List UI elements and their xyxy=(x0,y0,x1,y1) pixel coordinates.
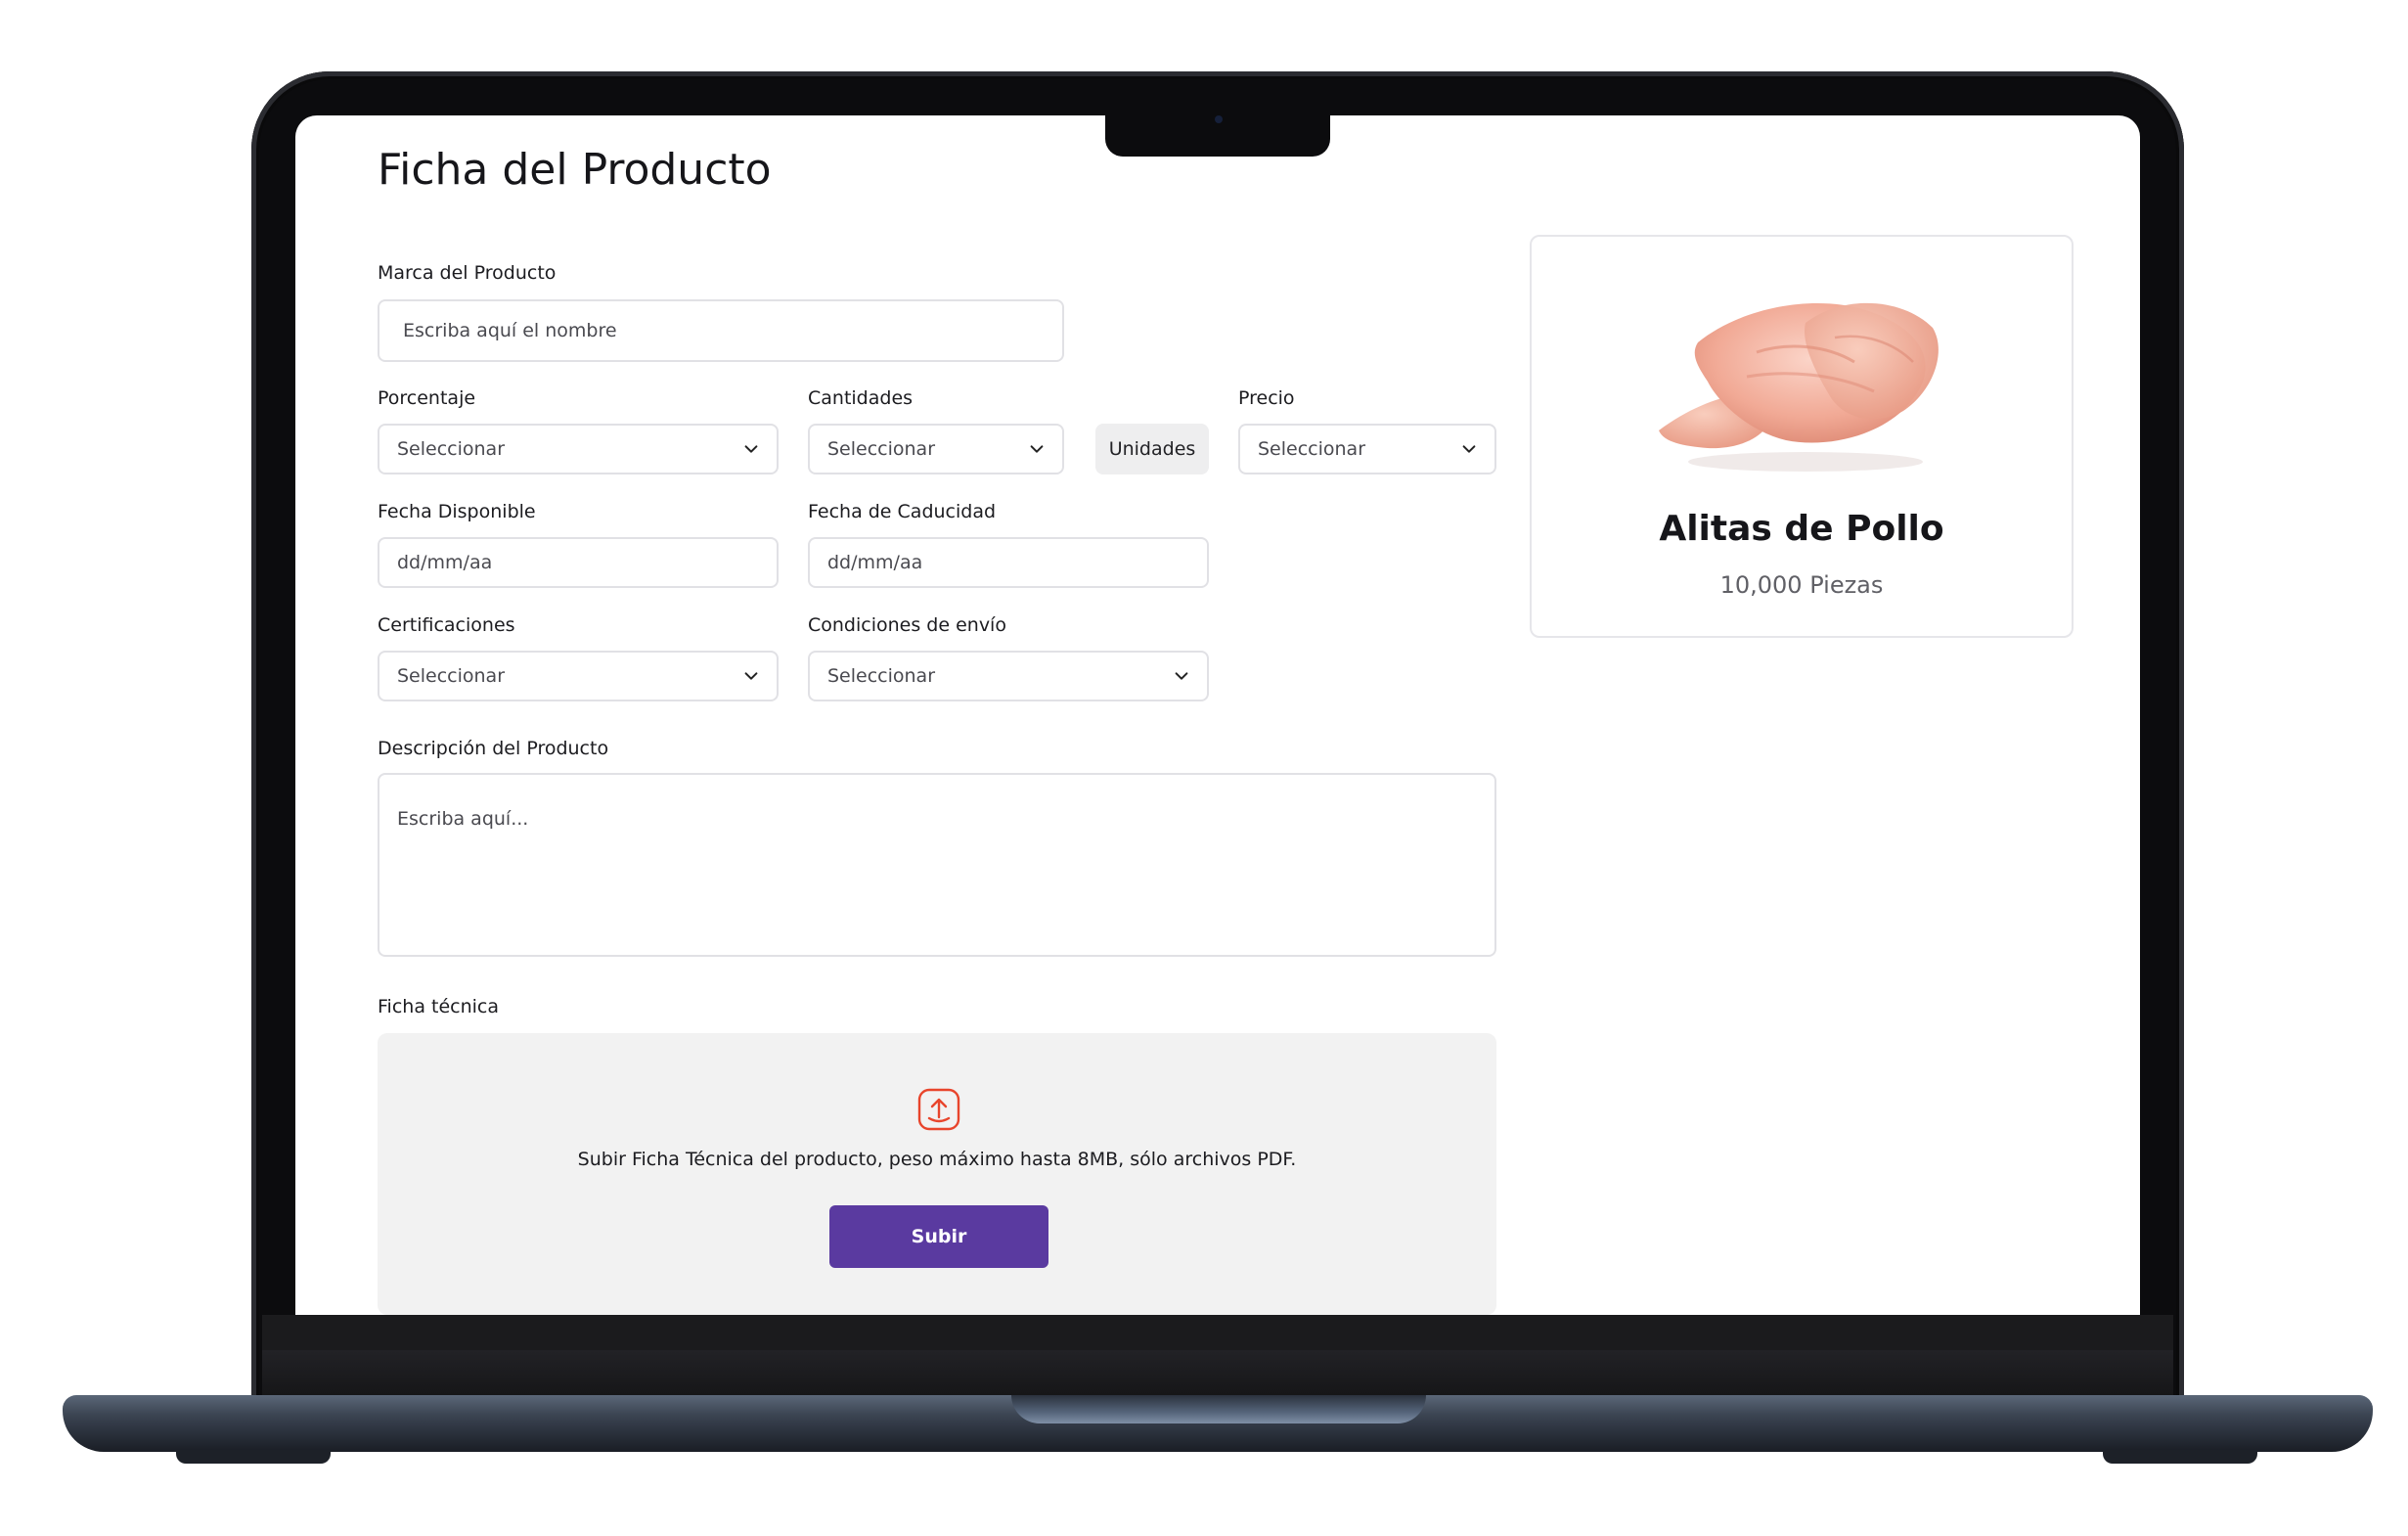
description-label: Descripción del Producto xyxy=(378,738,609,759)
product-name: Alitas de Pollo xyxy=(1659,509,1944,549)
description-placeholder: Escriba aquí... xyxy=(397,808,529,830)
datasheet-label: Ficha técnica xyxy=(378,996,499,1017)
expiry-date-placeholder: dd/mm/aa xyxy=(827,552,923,573)
laptop-foot-right xyxy=(2103,1450,2257,1464)
chevron-down-icon xyxy=(1027,439,1047,459)
product-quantity: 10,000 Piezas xyxy=(1719,571,1884,599)
quantities-select-value: Seleccionar xyxy=(827,438,936,460)
quantities-label: Cantidades xyxy=(808,387,914,409)
percentage-select[interactable]: Seleccionar xyxy=(378,424,779,474)
expiry-date-label: Fecha de Caducidad xyxy=(808,501,997,522)
upload-icon xyxy=(915,1086,962,1133)
datasheet-dropzone[interactable]: Subir Ficha Técnica del producto, peso m… xyxy=(378,1033,1496,1315)
description-textarea[interactable]: Escriba aquí... xyxy=(378,773,1496,957)
percentage-label: Porcentaje xyxy=(378,387,476,409)
available-date-input[interactable]: dd/mm/aa xyxy=(378,537,779,588)
shipping-label: Condiciones de envío xyxy=(808,614,1006,636)
product-image xyxy=(1639,284,1952,479)
price-label: Precio xyxy=(1238,387,1295,409)
app-screen: Ficha del Producto Marca del Producto Es… xyxy=(295,115,2140,1315)
upload-button[interactable]: Subir xyxy=(829,1205,1048,1268)
chevron-down-icon xyxy=(1459,439,1479,459)
laptop-foot-left xyxy=(176,1450,331,1464)
percentage-select-value: Seleccionar xyxy=(397,438,506,460)
certifications-select-value: Seleccionar xyxy=(397,665,506,687)
expiry-date-input[interactable]: dd/mm/aa xyxy=(808,537,1209,588)
chevron-down-icon xyxy=(741,666,761,686)
shipping-select[interactable]: Seleccionar xyxy=(808,651,1209,701)
brand-label: Marca del Producto xyxy=(378,262,557,284)
chevron-down-icon xyxy=(741,439,761,459)
brand-input-placeholder: Escriba aquí el nombre xyxy=(403,320,617,341)
laptop-trackpad-notch xyxy=(1011,1395,1426,1423)
certifications-label: Certificaciones xyxy=(378,614,515,636)
shipping-select-value: Seleccionar xyxy=(827,665,936,687)
certifications-select[interactable]: Seleccionar xyxy=(378,651,779,701)
quantities-select[interactable]: Seleccionar xyxy=(808,424,1064,474)
brand-input[interactable]: Escriba aquí el nombre xyxy=(378,299,1064,362)
laptop-hinge xyxy=(262,1350,2173,1395)
page-title: Ficha del Producto xyxy=(378,145,772,195)
product-card: Alitas de Pollo 10,000 Piezas xyxy=(1530,235,2074,638)
chevron-down-icon xyxy=(1172,666,1191,686)
upload-hint: Subir Ficha Técnica del producto, peso m… xyxy=(577,1149,1297,1170)
camera-icon xyxy=(1215,115,1223,123)
available-date-placeholder: dd/mm/aa xyxy=(397,552,493,573)
price-select-value: Seleccionar xyxy=(1258,438,1366,460)
available-date-label: Fecha Disponible xyxy=(378,501,536,522)
units-badge: Unidades xyxy=(1095,424,1209,474)
price-select[interactable]: Seleccionar xyxy=(1238,424,1496,474)
